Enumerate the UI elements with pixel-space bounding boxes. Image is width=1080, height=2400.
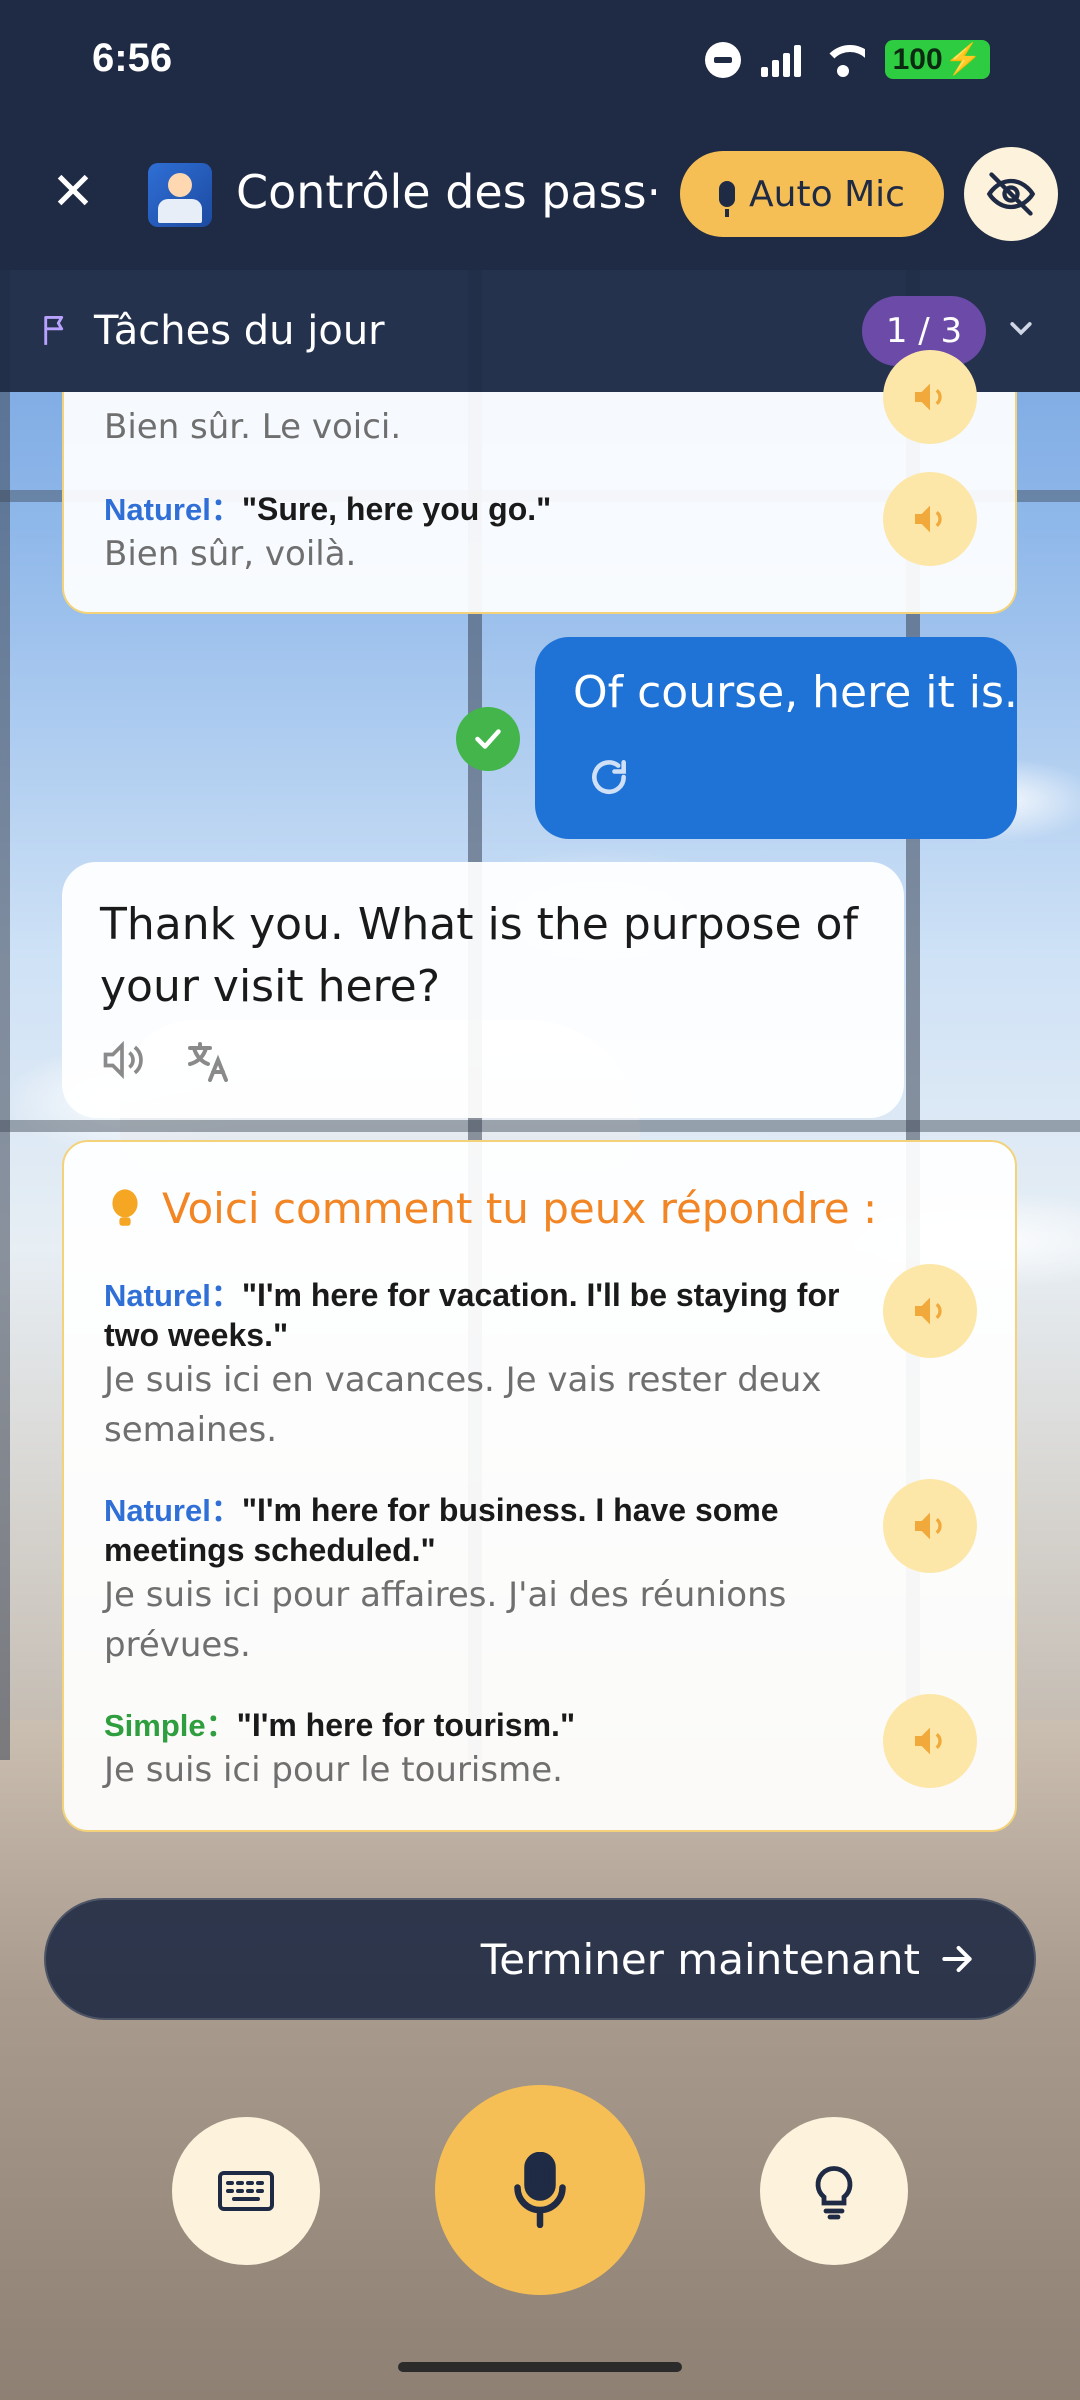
suggestion-tag: Naturel： <box>104 1493 242 1528</box>
lightbulb-icon <box>815 2166 853 2220</box>
mic-icon <box>719 181 736 217</box>
suggestion-tag: Naturel： <box>104 492 242 527</box>
speaker-icon <box>915 505 942 533</box>
speaker-icon <box>915 1727 942 1755</box>
suggestion-item: Simple："I'm here for tourism." Je suis i… <box>104 1700 865 1795</box>
scene-icon <box>148 163 212 227</box>
finish-now-button[interactable]: Terminer maintenant <box>44 1898 1036 2020</box>
scenario-title: Contrôle des pass··· <box>236 165 656 219</box>
suggestion-english: "I'm here for tourism." <box>236 1707 576 1743</box>
user-message-text: Of course, here it is. <box>573 667 1018 718</box>
speaker-button[interactable] <box>883 1694 977 1788</box>
arrow-right-icon <box>942 1945 972 1973</box>
eye-off-icon <box>986 172 1036 216</box>
suggestion-english: "Sure, here you go." <box>241 491 552 527</box>
lightbulb-icon <box>112 1188 138 1226</box>
speaker-button[interactable] <box>883 472 977 566</box>
suggestion-item: Naturel："I'm here for vacation. I'll be … <box>104 1270 865 1455</box>
charging-icon: ⚡ <box>944 43 982 76</box>
window-mullion <box>0 260 10 1760</box>
record-mic-button[interactable] <box>435 2085 645 2295</box>
battery-level: 100 <box>892 42 943 76</box>
status-icons: 100 ⚡ <box>704 40 990 79</box>
keyboard-icon <box>218 2171 274 2211</box>
suggestion-translation: Je suis ici en vacances. Je vais rester … <box>104 1360 822 1450</box>
retry-icon[interactable] <box>587 755 631 799</box>
flag-icon <box>44 316 64 345</box>
speaker-button[interactable] <box>883 1479 977 1573</box>
ai-message-text: Thank you. What is the purpose of your v… <box>100 899 858 1012</box>
user-message-bubble: Of course, here it is. <box>535 637 1018 839</box>
ai-message-tools <box>100 1038 232 1086</box>
previous-suggestions-card: Bien sûr. Le voici. Naturel："Sure, here … <box>62 350 1017 614</box>
hide-text-button[interactable] <box>964 147 1058 241</box>
speaker-button[interactable] <box>883 1264 977 1358</box>
ai-message-bubble: Thank you. What is the purpose of your v… <box>62 862 904 1118</box>
mic-icon <box>514 2152 566 2228</box>
status-time: 6:56 <box>92 36 173 80</box>
finish-now-label: Terminer maintenant <box>480 1934 920 1984</box>
suggestion-item: Bien sûr. Le voici. <box>104 402 865 452</box>
auto-mic-button[interactable]: Auto Mic <box>680 151 944 237</box>
check-icon <box>456 707 520 771</box>
top-header: ✕ Contrôle des pass··· Auto Mic <box>0 125 1080 270</box>
window-transom <box>0 1120 1080 1132</box>
speaker-icon <box>915 1297 942 1325</box>
suggestion-translation: Je suis ici pour affaires. J'ai des réun… <box>104 1575 787 1665</box>
do-not-disturb-icon <box>704 41 741 78</box>
suggestion-tag: Simple： <box>104 1708 237 1743</box>
hint-button[interactable] <box>760 2117 908 2265</box>
suggestions-card: Voici comment tu peux répondre : Naturel… <box>62 1140 1017 1832</box>
speaker-icon[interactable] <box>100 1038 144 1082</box>
suggestions-title: Voici comment tu peux répondre : <box>162 1184 878 1233</box>
suggestion-tag: Naturel： <box>104 1278 242 1313</box>
status-bar: 6:56 100 ⚡ <box>0 0 1080 125</box>
close-icon[interactable]: ✕ <box>48 166 98 218</box>
battery-indicator: 100 ⚡ <box>884 40 990 79</box>
suggestions-header: Voici comment tu peux répondre : <box>108 1184 877 1233</box>
speaker-icon <box>915 383 942 411</box>
keyboard-button[interactable] <box>172 2117 320 2265</box>
auto-mic-label: Auto Mic <box>749 173 905 215</box>
home-indicator[interactable] <box>398 2362 682 2372</box>
speaker-button[interactable] <box>883 350 977 444</box>
tasks-label: Tâches du jour <box>94 308 385 354</box>
translate-icon[interactable] <box>184 1038 232 1086</box>
suggestion-translation: Bien sûr, voilà. <box>104 534 357 574</box>
suggestion-translation: Je suis ici pour le tourisme. <box>104 1750 563 1790</box>
suggestion-item: Naturel："I'm here for business. I have s… <box>104 1485 865 1670</box>
chevron-down-icon[interactable] <box>1006 314 1036 344</box>
wifi-icon <box>820 43 865 77</box>
suggestion-translation: Bien sûr. Le voici. <box>104 407 402 447</box>
signal-icon <box>760 43 801 77</box>
speaker-icon <box>915 1512 942 1540</box>
suggestion-item: Naturel："Sure, here you go." Bien sûr, v… <box>104 484 865 579</box>
